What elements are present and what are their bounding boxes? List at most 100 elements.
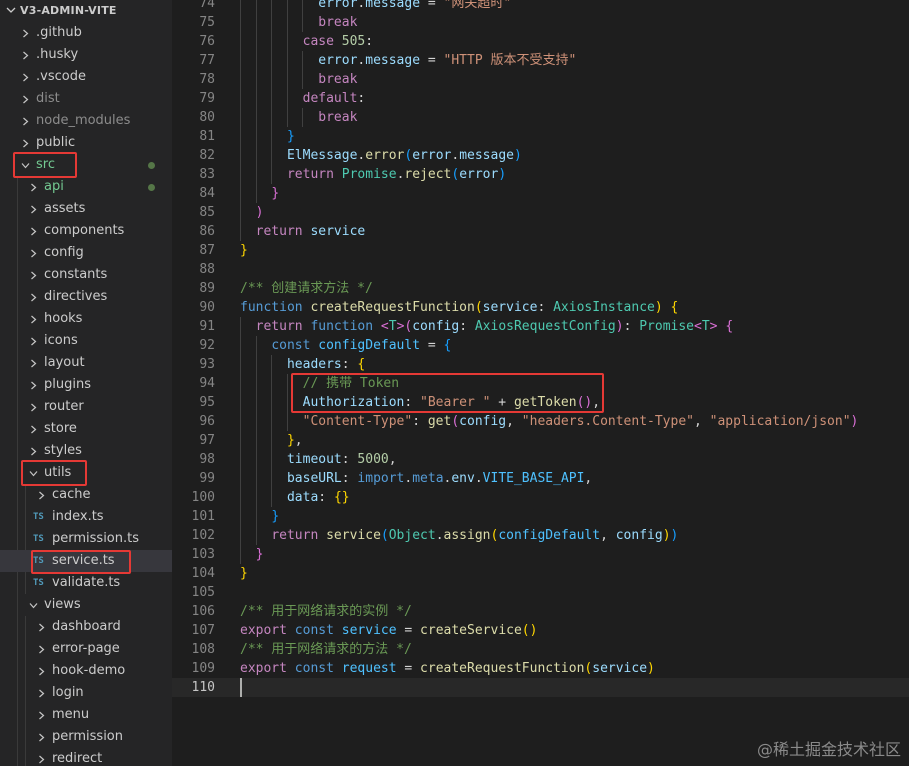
code-line[interactable]: 79 default: xyxy=(172,89,909,108)
code-token: reject xyxy=(404,167,452,182)
tree-item-label: validate.ts xyxy=(52,575,121,590)
line-number: 80 xyxy=(199,110,215,125)
code-line[interactable]: 89 /** 创建请求方法 */ xyxy=(172,279,909,298)
code-line[interactable]: 97 }, xyxy=(172,431,909,450)
code-line[interactable]: 110 xyxy=(172,678,909,697)
chevron-right-icon xyxy=(31,249,37,258)
tree-item-components[interactable]: components xyxy=(0,220,172,242)
tree-item-assets[interactable]: assets xyxy=(0,198,172,220)
typescript-file-icon: TS xyxy=(33,578,44,588)
chevron-right-icon xyxy=(39,645,45,654)
tree-item-icons[interactable]: icons xyxy=(0,330,172,352)
code-line[interactable]: 94 // 携带 Token xyxy=(172,374,909,393)
code-line[interactable]: 105 xyxy=(172,583,909,602)
tree-item-api[interactable]: api xyxy=(0,176,172,198)
tree-item-config[interactable]: config xyxy=(0,242,172,264)
code-line[interactable]: 83 return Promise.reject(error) xyxy=(172,165,909,184)
tree-item-github[interactable]: .github xyxy=(0,22,172,44)
code-token: . xyxy=(451,148,460,163)
tree-item-permission[interactable]: permission xyxy=(0,726,172,748)
tree-item-index-ts[interactable]: TS index.ts xyxy=(0,506,172,528)
tree-item-husky[interactable]: .husky xyxy=(0,44,172,66)
code-line[interactable]: 103 } xyxy=(172,545,909,564)
code-token: < xyxy=(694,319,702,334)
code-line[interactable]: 87} xyxy=(172,241,909,260)
tree-item-constants[interactable]: constants xyxy=(0,264,172,286)
code-token: break xyxy=(318,72,358,87)
code-line[interactable]: 91 return function <T>(config: AxiosRequ… xyxy=(172,317,909,336)
code-line[interactable]: 82 ElMessage.error(error.message) xyxy=(172,146,909,165)
tree-item-views[interactable]: views xyxy=(0,594,172,616)
tree-item-service-ts[interactable]: TS service.ts xyxy=(0,550,172,572)
code-editor[interactable]: 74 error.message = "网关超时" 75 break 76 case… xyxy=(172,0,909,766)
code-line[interactable]: 90 function createRequestFunction(service… xyxy=(172,298,909,317)
code-line[interactable]: 101 } xyxy=(172,507,909,526)
tree-item-node-modules[interactable]: node_modules xyxy=(0,110,172,132)
code-line[interactable]: 78 break xyxy=(172,70,909,89)
tree-item-router[interactable]: router xyxy=(0,396,172,418)
tree-item-hooks[interactable]: hooks xyxy=(0,308,172,330)
tree-item-menu[interactable]: menu xyxy=(0,704,172,726)
code-token: Object xyxy=(388,528,436,543)
tree-item-label: router xyxy=(44,399,84,414)
code-token: return xyxy=(271,528,319,543)
tree-item-styles[interactable]: styles xyxy=(0,440,172,462)
line-number: 75 xyxy=(199,15,215,30)
code-line[interactable]: 108 /** 用于网络请求的方法 */ xyxy=(172,640,909,659)
code-token: ) xyxy=(513,148,522,163)
typescript-file-icon: TS xyxy=(33,534,44,544)
code-text: ) xyxy=(240,203,264,222)
line-number: 89 xyxy=(199,281,215,296)
tree-item-store[interactable]: store xyxy=(0,418,172,440)
explorer-header[interactable]: V3-ADMIN-VITE xyxy=(0,0,172,22)
tree-item-hook-demo[interactable]: hook-demo xyxy=(0,660,172,682)
chevron-right-icon xyxy=(31,227,37,236)
tree-item-dist[interactable]: dist xyxy=(0,88,172,110)
line-number: 77 xyxy=(199,53,215,68)
code-line[interactable]: 104} xyxy=(172,564,909,583)
code-line[interactable]: 85 ) xyxy=(172,203,909,222)
tree-item-login[interactable]: login xyxy=(0,682,172,704)
tree-item-validate-ts[interactable]: TS validate.ts xyxy=(0,572,172,594)
tree-item-error-page[interactable]: error-page xyxy=(0,638,172,660)
tree-item-dashboard[interactable]: dashboard xyxy=(0,616,172,638)
code-token: : xyxy=(459,319,475,334)
code-line[interactable]: 80 break xyxy=(172,108,909,127)
code-line[interactable]: 75 break xyxy=(172,13,909,32)
code-line[interactable]: 76 case 505: xyxy=(172,32,909,51)
code-token: case xyxy=(302,34,334,49)
tree-item-public[interactable]: public xyxy=(0,132,172,154)
tree-item-utils[interactable]: utils xyxy=(0,462,172,484)
tree-item-redirect[interactable]: redirect xyxy=(0,748,172,766)
code-text: function createRequestFunction(service: … xyxy=(240,298,678,317)
tree-item-label: plugins xyxy=(44,377,91,392)
code-line[interactable]: 96 "Content-Type": get(config, "headers.… xyxy=(172,412,909,431)
line-number: 81 xyxy=(199,129,215,144)
tree-item-layout[interactable]: layout xyxy=(0,352,172,374)
code-line[interactable]: 102 return service(Object.assign(configD… xyxy=(172,526,909,545)
code-line[interactable]: 74 error.message = "网关超时" xyxy=(172,0,909,13)
code-line[interactable]: 95 Authorization: "Bearer " + getToken()… xyxy=(172,393,909,412)
code-line[interactable]: 106 /** 用于网络请求的实例 */ xyxy=(172,602,909,621)
tree-item-permission-ts[interactable]: TS permission.ts xyxy=(0,528,172,550)
code-token: , xyxy=(592,395,601,410)
code-line[interactable]: 77 error.message = "HTTP 版本不受支持" xyxy=(172,51,909,70)
tree-item-src[interactable]: src xyxy=(0,154,172,176)
code-line[interactable]: 98 timeout: 5000, xyxy=(172,450,909,469)
code-line[interactable]: 81 } xyxy=(172,127,909,146)
code-line[interactable]: 86 return service xyxy=(172,222,909,241)
code-line[interactable]: 84 } xyxy=(172,184,909,203)
code-line[interactable]: 107 export const service = createService(… xyxy=(172,621,909,640)
code-line[interactable]: 88 xyxy=(172,260,909,279)
code-line[interactable]: 92 const configDefault = { xyxy=(172,336,909,355)
tree-item-plugins[interactable]: plugins xyxy=(0,374,172,396)
tree-item-cache[interactable]: cache xyxy=(0,484,172,506)
code-line[interactable]: 93 headers: { xyxy=(172,355,909,374)
code-line[interactable]: 99 baseURL: import.meta.env.VITE_BASE_AP… xyxy=(172,469,909,488)
code-line[interactable]: 100 data: {} xyxy=(172,488,909,507)
tree-item-directives[interactable]: directives xyxy=(0,286,172,308)
code-line[interactable]: 109 export const request = createRequestF… xyxy=(172,659,909,678)
tree-item-vscode[interactable]: .vscode xyxy=(0,66,172,88)
